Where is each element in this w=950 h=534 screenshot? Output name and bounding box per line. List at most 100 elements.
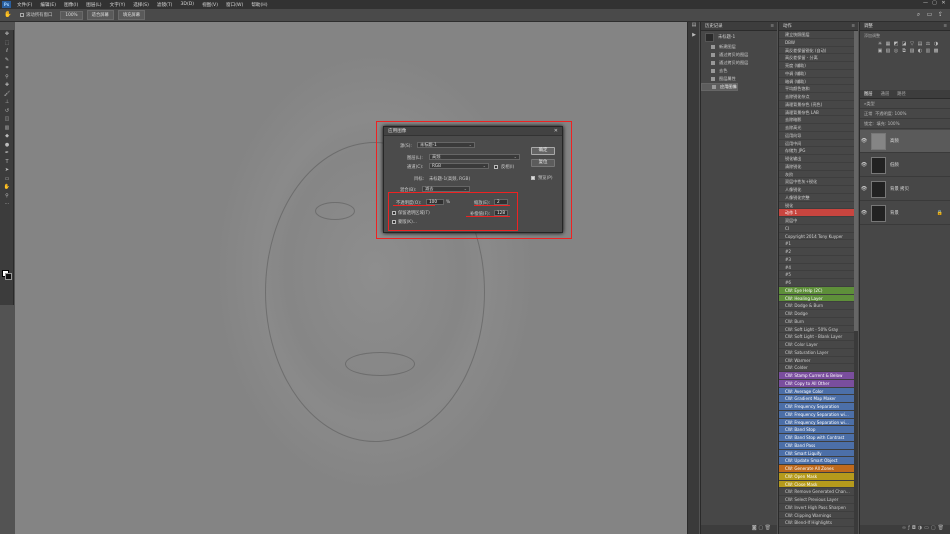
mask-checkbox[interactable] xyxy=(392,220,396,224)
layer-select[interactable]: 高频 ⌄ xyxy=(429,154,520,160)
action-item[interactable]: CW: Healing Layer xyxy=(779,294,858,303)
menu-file[interactable]: 文件(F) xyxy=(17,2,32,8)
action-item[interactable]: CW: Close Mask xyxy=(779,480,858,489)
search-icon[interactable]: ⌕ xyxy=(913,11,924,19)
action-item[interactable]: CW: Update Smart Object xyxy=(779,457,858,465)
action-item[interactable]: CW: Copy to All Other xyxy=(779,379,858,388)
fill-screen-button[interactable]: 填充屏幕 xyxy=(117,10,146,20)
adjustment-icon[interactable]: ▦ xyxy=(884,41,892,48)
scrollbar-thumb[interactable] xyxy=(854,31,858,331)
adjustment-icon[interactable]: ▧ xyxy=(884,48,892,55)
trash-icon[interactable]: 🗑 xyxy=(938,525,946,531)
menu-help[interactable]: 帮助(H) xyxy=(251,2,267,8)
action-item[interactable]: CW: Remove Generated Chan... xyxy=(779,488,858,496)
action-item[interactable]: 运用向导 xyxy=(779,132,858,140)
dialog-close-icon[interactable]: ✕ xyxy=(554,127,558,136)
adjustment-icon[interactable]: ⚖ xyxy=(924,41,932,48)
marquee-tool-icon[interactable]: ⬚ xyxy=(0,39,14,48)
workspace-icon[interactable]: ▭ xyxy=(924,11,935,19)
new-document-icon[interactable]: ▢ xyxy=(758,525,763,531)
history-dock-icon[interactable]: ▤ xyxy=(688,22,700,32)
action-item[interactable]: DBW xyxy=(779,39,858,47)
action-item[interactable]: 清理背景杂色 LAB xyxy=(779,109,858,117)
zoom-tool-icon[interactable]: ⚲ xyxy=(0,192,14,201)
action-item[interactable]: CW: Dodge xyxy=(779,310,858,318)
eye-icon[interactable]: 👁 xyxy=(860,210,868,216)
action-item[interactable]: CW: Gradient Map Maker xyxy=(779,395,858,403)
action-item[interactable]: 去除高光 xyxy=(779,124,858,132)
new-layer-icon[interactable]: ▢ xyxy=(931,525,938,531)
action-item[interactable]: CW: Frequency Separation xyxy=(779,403,858,411)
action-item[interactable]: CW: Soft Light - Blank Layer xyxy=(779,333,858,341)
history-brush-icon[interactable]: ↺ xyxy=(0,107,14,116)
eraser-tool-icon[interactable]: ◫ xyxy=(0,115,14,124)
action-item[interactable]: CW: Invert High Pass Sharpen xyxy=(779,504,858,512)
adjustment-icon[interactable]: ◐ xyxy=(916,48,924,55)
action-item[interactable]: 人像锐化 xyxy=(779,186,858,194)
history-snapshot[interactable]: 未标题-1 xyxy=(701,31,777,43)
shape-tool-icon[interactable]: ▭ xyxy=(0,175,14,184)
lasso-tool-icon[interactable]: ℓ xyxy=(0,47,14,56)
background-color-swatch[interactable] xyxy=(5,273,12,280)
document-canvas[interactable] xyxy=(15,22,687,534)
blur-tool-icon[interactable]: ◆ xyxy=(0,132,14,141)
layer-row[interactable]: 👁 背景 🔒 xyxy=(860,202,950,225)
eye-icon[interactable]: 👁 xyxy=(860,186,868,192)
history-state[interactable]: 去色 xyxy=(701,67,777,75)
layer-row[interactable]: 👁 低频 xyxy=(860,154,950,177)
action-item[interactable]: 暗调 (辅助) xyxy=(779,78,858,86)
blend-mode-bar[interactable]: 正常 不透明度: 100% xyxy=(860,109,950,119)
share-icon[interactable]: ⇪ xyxy=(935,11,946,19)
adjustment-icon[interactable]: ▣ xyxy=(876,48,884,55)
gradient-tool-icon[interactable]: ▥ xyxy=(0,124,14,133)
adjustment-icon[interactable]: ◑ xyxy=(932,41,940,48)
action-item[interactable]: #4 xyxy=(779,264,858,272)
action-item[interactable]: Copyright 2014 Tony Kuyper xyxy=(779,233,858,241)
adjustment-icon[interactable]: ▽ xyxy=(908,41,916,48)
action-item[interactable]: 去除暗影 xyxy=(779,116,858,124)
preview-checkbox[interactable] xyxy=(531,176,535,180)
close-window-button[interactable]: ✕ xyxy=(939,0,948,6)
action-item[interactable]: CW: Frequency Separation wi... xyxy=(779,418,858,427)
maximize-button[interactable]: ▢ xyxy=(930,0,939,6)
action-item[interactable]: 清除锐化 xyxy=(779,163,858,171)
action-item[interactable]: CW: Eye Help (2C) xyxy=(779,286,858,295)
reset-button[interactable]: 复位 xyxy=(531,159,555,167)
adjustment-icon[interactable]: ◎ xyxy=(892,48,900,55)
action-item[interactable]: CW: Frequency Separation wi... xyxy=(779,410,858,419)
history-state[interactable]: 通过拷贝的图层 xyxy=(701,51,777,59)
action-item[interactable]: CW: Select Previous Layer xyxy=(779,496,858,504)
adjustment-icon[interactable]: ◪ xyxy=(900,41,908,48)
layer-row[interactable]: 👁 背景 拷贝 xyxy=(860,178,950,201)
action-item[interactable]: 锐化输出 xyxy=(779,155,858,163)
more-tools-icon[interactable]: ⋯ xyxy=(0,200,14,209)
action-item[interactable]: CW: Color Layer xyxy=(779,341,858,349)
minimize-button[interactable]: — xyxy=(921,0,930,6)
action-item[interactable]: CW: Band Stop xyxy=(779,426,858,434)
eye-icon[interactable]: 👁 xyxy=(860,162,868,168)
action-item[interactable]: 灰阶 xyxy=(779,171,858,179)
action-item[interactable]: 双层中 xyxy=(779,217,858,225)
menu-edit[interactable]: 编辑(E) xyxy=(40,2,56,8)
action-item[interactable]: #2 xyxy=(779,248,858,256)
action-item[interactable]: #5 xyxy=(779,271,858,279)
trash-icon[interactable]: 🗑 xyxy=(765,525,771,531)
adjustment-icon[interactable]: ▩ xyxy=(932,48,940,55)
action-item[interactable]: #3 xyxy=(779,256,858,264)
menu-filter[interactable]: 滤镜(T) xyxy=(157,2,173,8)
menu-3d[interactable]: 3D(D) xyxy=(180,2,194,7)
action-item[interactable]: CW: Saturation Layer xyxy=(779,349,858,357)
action-item[interactable]: CW: Burn xyxy=(779,318,858,326)
camera-icon[interactable]: ◙ xyxy=(752,525,757,531)
eye-icon[interactable]: 👁 xyxy=(860,138,868,144)
tab-layers[interactable]: 图层 xyxy=(864,91,873,97)
menu-layer[interactable]: 图层(L) xyxy=(86,2,101,8)
healing-tool-icon[interactable]: ✚ xyxy=(0,81,14,90)
action-item[interactable]: CW: Colder xyxy=(779,364,858,372)
menu-view[interactable]: 视图(V) xyxy=(202,2,218,8)
action-item[interactable]: CW: Band Stop with Contrast xyxy=(779,434,858,442)
panel-menu-icon[interactable]: ≡ xyxy=(943,22,947,31)
actions-scrollbar[interactable] xyxy=(854,31,858,534)
action-item[interactable]: 去除锐化杂点 xyxy=(779,93,858,101)
scroll-all-checkbox[interactable] xyxy=(20,13,24,17)
